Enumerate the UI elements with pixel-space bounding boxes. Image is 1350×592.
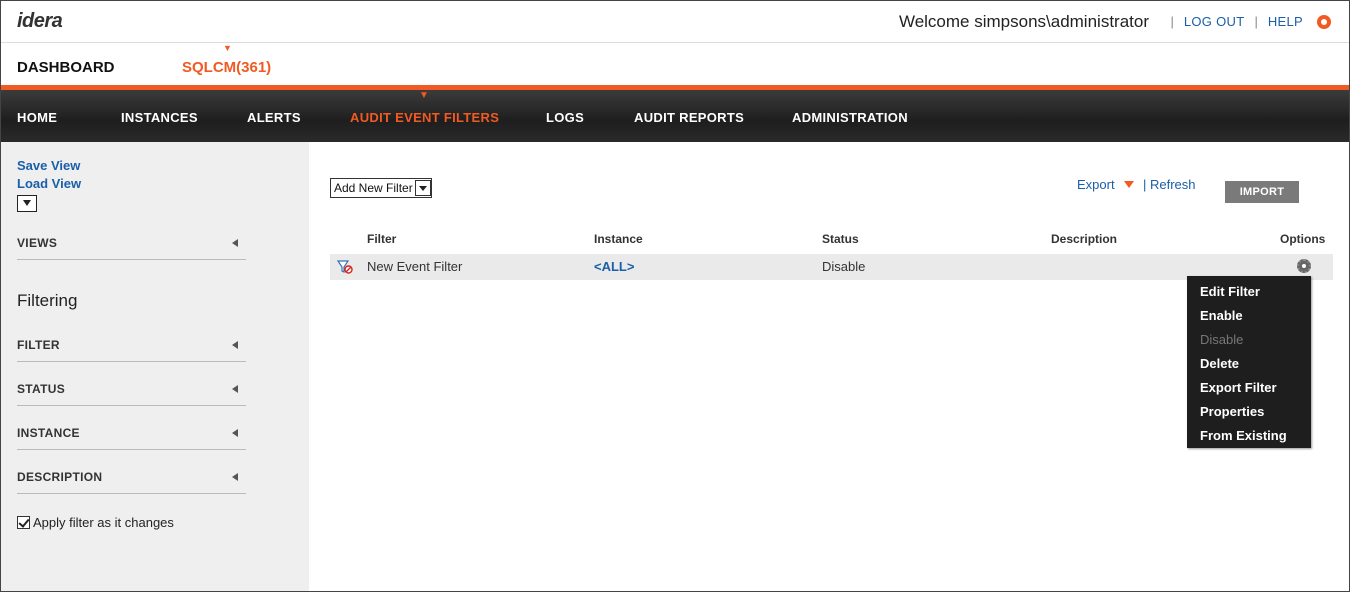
divider: |	[1170, 14, 1174, 29]
app-window: idera Welcome simpsons\administrator | L…	[0, 0, 1350, 592]
column-header-instance[interactable]: Instance	[594, 232, 643, 246]
column-header-description[interactable]: Description	[1051, 232, 1117, 246]
description-section[interactable]: DESCRIPTION	[17, 470, 246, 494]
nav-audit-event-filters[interactable]: AUDIT EVENT FILTERS	[350, 110, 499, 125]
top-bar: idera Welcome simpsons\administrator | L…	[1, 1, 1349, 43]
chevron-down-icon[interactable]	[414, 180, 431, 196]
nav-instances[interactable]: INSTANCES	[121, 110, 198, 125]
menu-item-from-existing[interactable]: From Existing	[1187, 424, 1311, 448]
column-header-options: Options	[1280, 232, 1326, 246]
event-filter-icon	[337, 260, 353, 274]
load-view-link[interactable]: Load View	[17, 176, 81, 191]
sidebar: Save View Load View VIEWS Filtering FILT…	[1, 142, 309, 591]
views-section[interactable]: VIEWS	[17, 236, 246, 260]
nav-audit-reports[interactable]: AUDIT REPORTS	[634, 110, 744, 125]
menu-item-disable: Disable	[1200, 332, 1244, 347]
load-view-dropdown[interactable]	[17, 195, 37, 212]
collapse-arrow-icon[interactable]	[232, 429, 238, 437]
section-label: FILTER	[17, 338, 60, 352]
product-tab-sqlcm[interactable]: SQLCM(361)	[182, 59, 271, 76]
filter-name-cell[interactable]: New Event Filter	[367, 259, 462, 274]
product-bar: DASHBOARD ▼ SQLCM(361)	[1, 43, 1349, 85]
nav-logs[interactable]: LOGS	[546, 110, 584, 125]
main-nav: ▼ HOME INSTANCES ALERTS AUDIT EVENT FILT…	[1, 90, 1349, 142]
product-tab-dashboard[interactable]: DASHBOARD	[17, 59, 115, 76]
filtering-heading: Filtering	[17, 291, 78, 310]
section-label: STATUS	[17, 382, 66, 396]
active-nav-caret-icon: ▼	[419, 90, 429, 101]
apply-filter-label: Apply filter as it changes	[33, 515, 174, 530]
add-filter-label: Add New Filter	[334, 181, 413, 195]
add-new-filter-select[interactable]: Add New Filter	[330, 178, 432, 198]
import-button[interactable]: IMPORT	[1225, 181, 1299, 203]
menu-item-delete[interactable]: Delete	[1187, 352, 1311, 376]
collapse-arrow-icon[interactable]	[232, 385, 238, 393]
export-dropdown-icon[interactable]	[1124, 181, 1134, 188]
apply-filter-checkbox-row[interactable]: Apply filter as it changes	[17, 515, 174, 530]
help-link[interactable]: HELP	[1268, 14, 1303, 29]
column-header-filter[interactable]: Filter	[367, 232, 396, 246]
logout-link[interactable]: LOG OUT	[1184, 14, 1245, 29]
status-cell: Disable	[822, 259, 866, 274]
save-view-link[interactable]: Save View	[17, 158, 80, 173]
column-header-status[interactable]: Status	[822, 232, 859, 246]
apply-filter-checkbox[interactable]	[17, 516, 30, 529]
export-link[interactable]: Export	[1077, 177, 1115, 192]
section-label: INSTANCE	[17, 426, 80, 440]
menu-item-edit-filter[interactable]: Edit Filter	[1187, 280, 1311, 304]
section-label: VIEWS	[17, 236, 58, 250]
settings-gear-icon[interactable]	[1317, 14, 1331, 29]
instance-section[interactable]: INSTANCE	[17, 426, 246, 450]
status-section[interactable]: STATUS	[17, 382, 246, 406]
welcome-text: Welcome simpsons\administrator	[898, 12, 1149, 31]
active-product-caret-icon: ▼	[223, 43, 232, 53]
nav-administration[interactable]: ADMINISTRATION	[792, 110, 908, 125]
refresh-link[interactable]: | Refresh	[1143, 177, 1196, 192]
section-label: DESCRIPTION	[17, 470, 103, 484]
idera-logo[interactable]: idera	[17, 10, 63, 33]
instance-cell[interactable]: <ALL>	[594, 259, 634, 274]
options-gear-icon[interactable]	[1297, 259, 1311, 273]
top-links: | LOG OUT | HELP	[1160, 14, 1331, 29]
menu-item-properties[interactable]: Properties	[1187, 400, 1311, 424]
filter-section[interactable]: FILTER	[17, 338, 246, 362]
nav-alerts[interactable]: ALERTS	[247, 110, 301, 125]
divider: |	[1254, 14, 1258, 29]
collapse-arrow-icon[interactable]	[232, 239, 238, 247]
options-context-menu: Edit Filter Enable Disable Delete Export…	[1187, 276, 1311, 448]
collapse-arrow-icon[interactable]	[232, 341, 238, 349]
menu-item-enable[interactable]: Enable	[1187, 304, 1311, 328]
collapse-arrow-icon[interactable]	[232, 473, 238, 481]
menu-item-export-filter[interactable]: Export Filter	[1187, 376, 1311, 400]
nav-home[interactable]: HOME	[17, 110, 57, 125]
